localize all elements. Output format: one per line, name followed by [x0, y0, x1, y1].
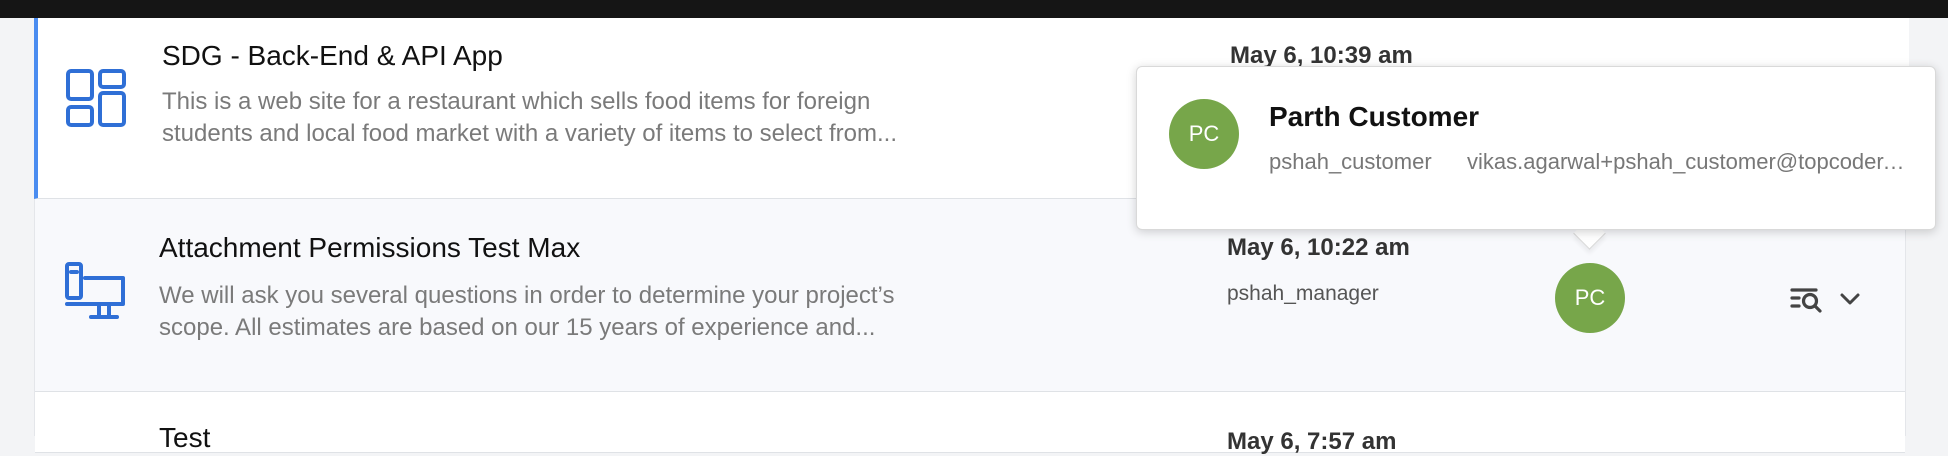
- top-bar: [0, 0, 1948, 18]
- desktop-computer-icon: [65, 262, 125, 319]
- description-line: We will ask you several questions in ord…: [159, 282, 895, 309]
- popover-user-handle: pshah_customer: [1269, 149, 1432, 174]
- popover-user-name: Parth Customer: [1269, 101, 1480, 132]
- project-description: We will ask you several questions in ord…: [159, 280, 1019, 344]
- project-title[interactable]: SDG - Back-End & API App: [162, 40, 503, 72]
- project-date: May 6, 10:22 am: [1227, 234, 1410, 261]
- description-line: This is a web site for a restaurant whic…: [162, 88, 871, 115]
- description-line: students and local food market with a va…: [162, 120, 897, 147]
- project-row[interactable]: [35, 392, 1905, 453]
- project-description: This is a web site for a restaurant whic…: [162, 86, 1022, 150]
- user-popover: PC Parth Customer pshah_customer vikas.a…: [1136, 66, 1936, 230]
- project-username: pshah_manager: [1227, 282, 1379, 305]
- popover-avatar: PC: [1169, 99, 1239, 169]
- dashboard-layout-icon: [66, 69, 126, 127]
- project-title[interactable]: Test: [159, 422, 210, 454]
- actions-menu[interactable]: [1790, 284, 1870, 316]
- search-list-icon[interactable]: [1790, 284, 1870, 316]
- description-line: scope. All estimates are based on our 15…: [159, 314, 876, 341]
- project-date: May 6, 7:57 am: [1227, 428, 1397, 455]
- project-title[interactable]: Attachment Permissions Test Max: [159, 232, 580, 264]
- avatar[interactable]: PC: [1555, 263, 1625, 333]
- popover-user-email[interactable]: vikas.agarwal+pshah_customer@topcoder.co…: [1467, 149, 1907, 175]
